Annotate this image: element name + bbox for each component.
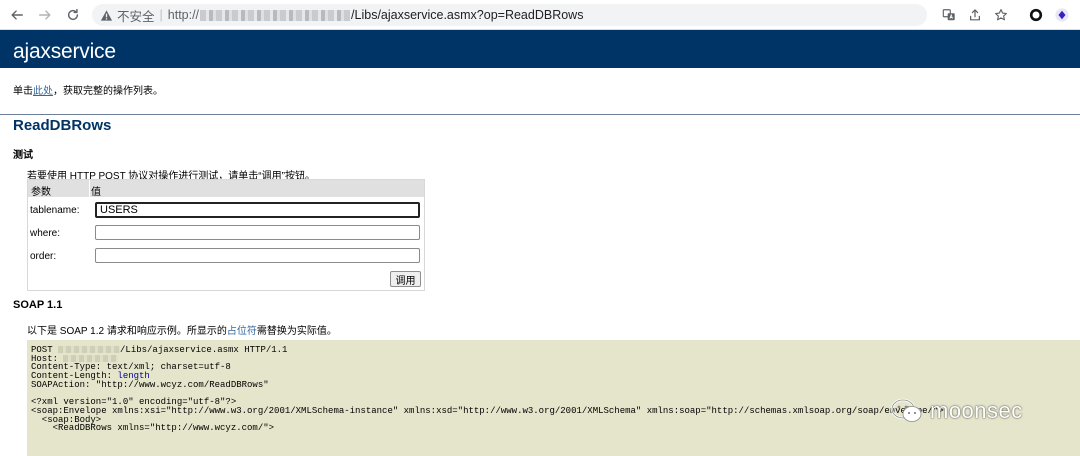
order-input[interactable] [95,248,420,263]
intro-suffix: ，获取完整的操作列表。 [53,86,163,97]
code-line-content-type: Content-Type: text/xml; charset=utf-8 [31,362,231,373]
extension-button[interactable] [1027,6,1045,24]
reload-button[interactable] [63,5,83,25]
reload-icon [67,8,79,21]
star-icon [995,9,1007,21]
intro-prefix: 单击 [13,86,33,97]
arrow-left-icon [11,10,23,20]
address-bar-content: 不安全 | http:// /Libs/ajaxservice.asmx?op=… [92,4,928,26]
forward-button[interactable] [35,5,55,25]
arrow-right-icon [39,10,51,20]
tablename-input[interactable] [95,202,420,218]
soap-sample-code: POST /Libs/ajaxservice.asmx HTTP/1.1 Host… [31,346,944,433]
share-button[interactable] [966,6,984,24]
value-column-header: 值 [91,187,101,198]
code-post-suffix: /Libs/ajaxservice.asmx HTTP/1.1 [120,345,288,355]
code-line-soapaction: SOAPAction: "http://www.wcyz.com/ReadDBR… [31,379,269,390]
watermark-text: moonsec [930,398,1023,423]
operation-title: ReadDBRows [13,117,112,134]
form-header-row: 参数 值 [28,180,424,198]
tablename-label: tablename: [30,205,80,216]
where-input[interactable] [95,225,420,240]
url-scheme: http:// [167,8,200,22]
wechat-icon [890,398,922,422]
soap-desc-suffix: 需替换为实际值。 [256,326,337,337]
watermark: moonsec [890,397,1023,425]
url-separator: | [159,8,163,22]
divider [0,114,1080,115]
translate-button[interactable] [940,6,958,24]
code-host-value-redacted [63,354,119,362]
profile-extension-button[interactable] [1052,6,1072,24]
ring-extension-icon [1029,8,1043,22]
code-host-redacted [58,346,121,354]
operations-list-link[interactable]: 此处 [33,86,53,97]
param-column-header: 参数 [31,187,51,198]
bookmark-button[interactable] [992,6,1010,24]
back-button[interactable] [7,5,27,25]
code-line-post: POST /Libs/ajaxservice.asmx HTTP/1.1 [31,346,944,355]
intro-text: 单击此处，获取完整的操作列表。 [13,82,163,97]
where-label: where: [30,228,61,239]
diamond-extension-icon [1055,8,1069,22]
header-divider [89,180,90,197]
url-host-redacted [200,9,351,21]
invoke-form: 参数 值 tablename: where: order: 调用 [27,179,425,291]
soap-heading: SOAP 1.1 [13,299,63,311]
placeholder-link[interactable]: 占位符 [227,326,257,337]
warning-icon [100,9,113,22]
test-heading: 测试 [13,150,33,161]
code-line-readdbrows: <ReadDBRows xmlns="http://www.wcyz.com/"… [31,423,275,434]
code-line-envelope: <soap:Envelope xmlns:xsi="http://www.w3.… [31,405,944,416]
url-path: /Libs/ajaxservice.asmx?op=ReadDBRows [351,8,584,22]
soap-description: 以下是 SOAP 1.2 请求和响应示例。所显示的占位符需替换为实际值。 [27,322,337,337]
soap-desc-prefix: 以下是 SOAP 1.2 请求和响应示例。所显示的 [27,326,227,337]
share-icon [970,9,980,21]
browser-toolbar: 不安全 | http:// /Libs/ajaxservice.asmx?op=… [0,0,1080,30]
service-title: ajaxservice [13,40,116,63]
insecure-label: 不安全 [117,9,155,24]
translate-icon [942,9,955,21]
order-label: order: [30,251,57,262]
invoke-button[interactable]: 调用 [390,271,421,287]
page-banner [0,30,1080,68]
